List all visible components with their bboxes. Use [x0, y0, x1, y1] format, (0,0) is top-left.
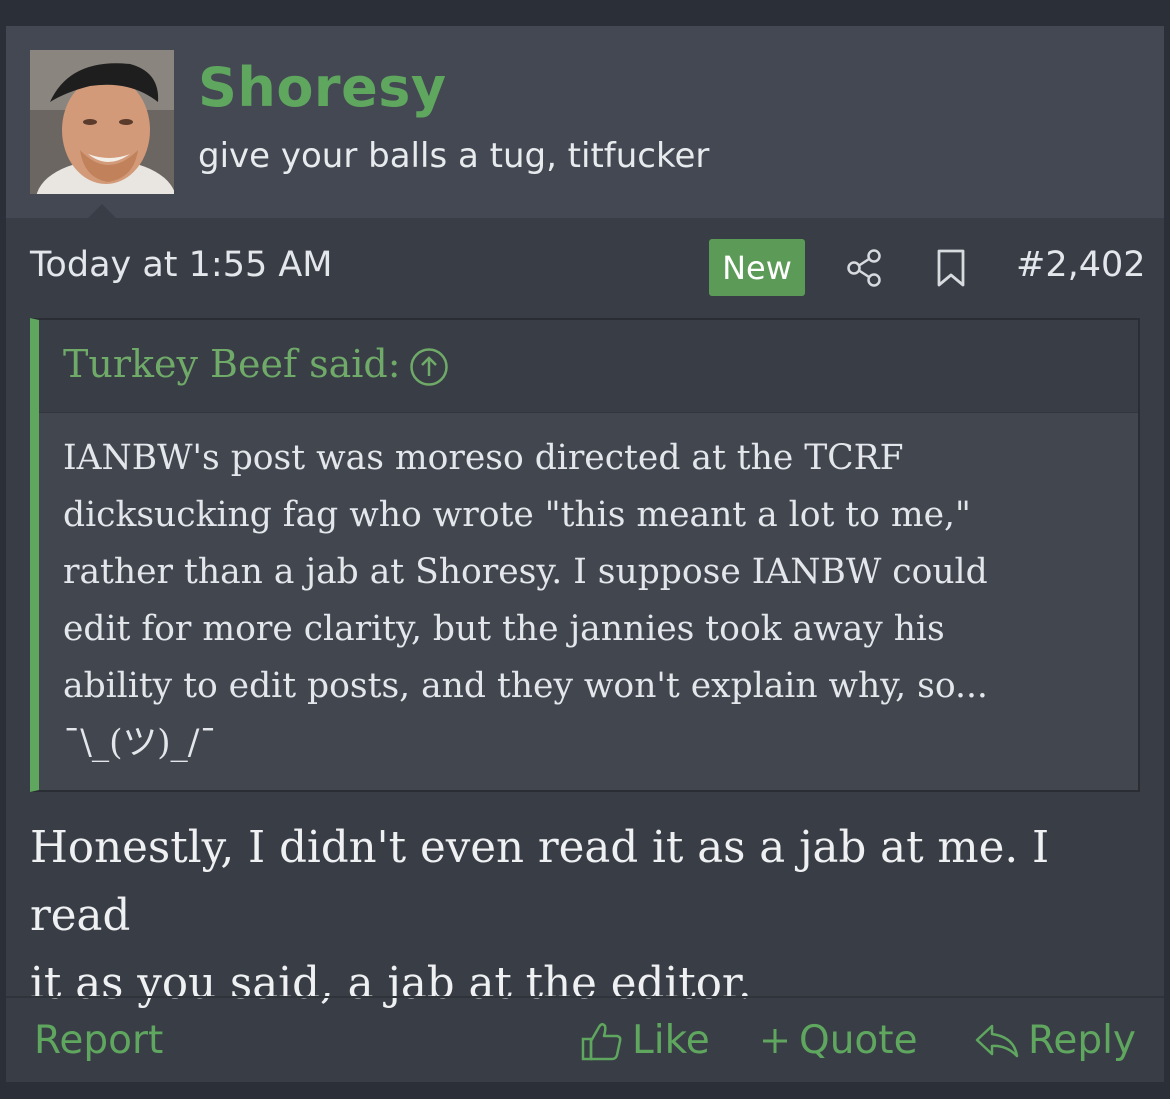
user-title: give your balls a tug, titfucker [198, 136, 710, 176]
avatar[interactable] [30, 50, 174, 194]
reply-arrow-icon [975, 1024, 1019, 1057]
quote-text: IANBW's post was moreso directed at the … [63, 438, 988, 763]
post-meta: Today at 1:55 AM New #2,402 [6, 218, 1164, 318]
avatar-image [30, 50, 174, 194]
share-icon[interactable] [845, 248, 883, 288]
post-actions: Report Like Quote Reply [6, 996, 1164, 1084]
post-message: Honestly, I didn't even read it as a jab… [30, 823, 1050, 1009]
user-header: Shoresy give your balls a tug, titfucker [6, 26, 1164, 218]
quote-author[interactable]: Turkey Beef said: [63, 342, 401, 386]
arrow-up-circle-icon[interactable] [409, 347, 449, 387]
quote-label: Quote [799, 1018, 918, 1063]
plus-icon [763, 1028, 787, 1053]
reply-label: Reply [1028, 1018, 1137, 1063]
quote-block: Turkey Beef said: IANBW's post was mores… [30, 318, 1140, 792]
bookmark-icon[interactable] [935, 248, 967, 288]
post-number[interactable]: #2,402 [1016, 245, 1146, 285]
post-date[interactable]: Today at 1:55 AM [30, 245, 333, 285]
post: Shoresy give your balls a tug, titfucker… [6, 26, 1164, 1082]
username[interactable]: Shoresy [198, 56, 447, 119]
report-button[interactable]: Report [34, 1018, 163, 1063]
quote-header: Turkey Beef said: [39, 320, 1138, 413]
header-pointer [88, 204, 116, 218]
like-button[interactable]: Like [580, 1018, 710, 1063]
reply-button[interactable]: Reply [974, 1018, 1136, 1063]
thumbs-up-icon [581, 1022, 622, 1060]
like-label: Like [632, 1018, 710, 1063]
new-badge: New [709, 239, 805, 296]
quote-button[interactable]: Quote [759, 1018, 918, 1063]
